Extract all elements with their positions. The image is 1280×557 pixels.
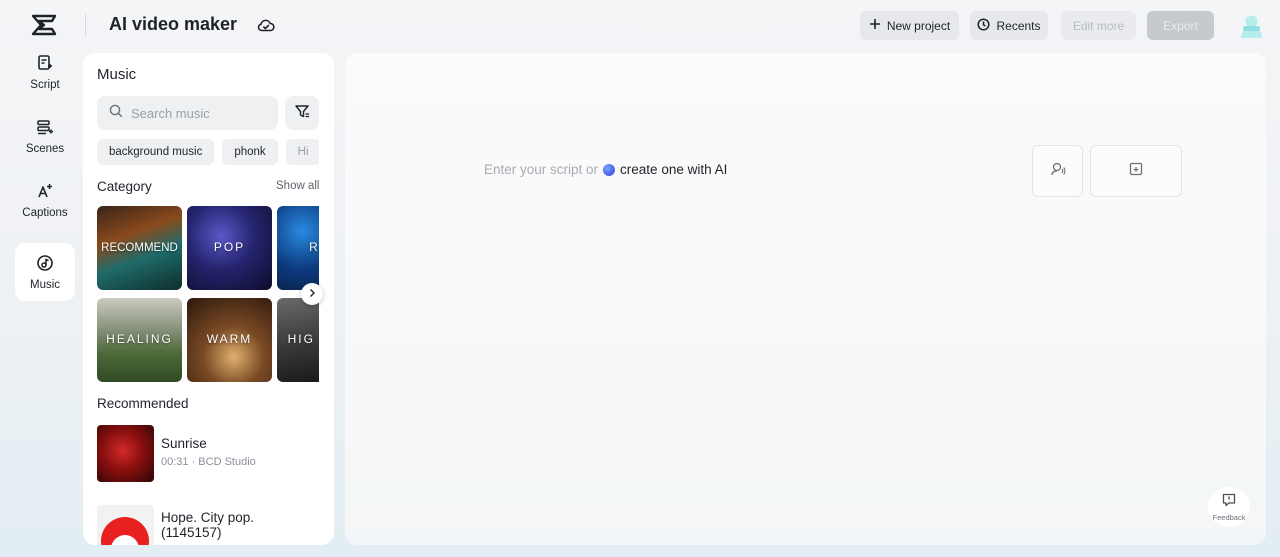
cloud-sync-icon[interactable]	[256, 15, 276, 35]
feedback-icon	[1221, 492, 1237, 510]
rail-item-scenes[interactable]: Scenes	[15, 107, 75, 165]
category-tile-pop[interactable]: POP	[187, 206, 272, 290]
user-avatar[interactable]	[1239, 13, 1264, 38]
category-tile-warm[interactable]: WARM	[187, 298, 272, 382]
category-tile-rnb[interactable]: R&	[277, 206, 319, 290]
rail-item-music[interactable]: Music	[15, 243, 75, 301]
rail-item-label: Scenes	[25, 142, 65, 155]
voice-icon	[1050, 161, 1066, 182]
category-tile-high-tempo[interactable]: HIG TEM	[277, 298, 319, 382]
tag-chip[interactable]: Hi	[285, 139, 319, 165]
search-box[interactable]	[97, 96, 278, 130]
track-title: Hope. City pop. (1145157)	[161, 510, 255, 540]
feedback-button[interactable]: Feedback	[1208, 487, 1250, 527]
recommended-heading: Recommended	[97, 396, 189, 411]
panel-title: Music	[97, 66, 137, 83]
search-input[interactable]	[131, 105, 271, 121]
music-icon	[36, 254, 54, 275]
show-all-link[interactable]: Show all	[276, 180, 319, 192]
ai-sparkle-icon	[603, 163, 616, 176]
track-item[interactable]: Hope. City pop. (1145157)	[97, 505, 319, 545]
recents-button[interactable]: Recents	[970, 11, 1048, 40]
music-panel: Music background music phonk Hi Category…	[83, 53, 334, 545]
rail-item-script[interactable]: Script	[15, 43, 75, 101]
tag-chip[interactable]: background music	[97, 139, 215, 165]
category-grid: RECOMMEND POP R& HEALING WARM HIG TEM	[97, 206, 319, 384]
category-tile-recommend[interactable]: RECOMMEND	[97, 206, 182, 290]
new-project-button[interactable]: New project	[860, 11, 959, 40]
voice-button[interactable]	[1032, 145, 1083, 197]
rail-item-label: Music	[29, 278, 61, 291]
top-bar: AI video maker New project Recents Edit …	[0, 0, 1280, 50]
filter-button[interactable]	[285, 96, 319, 130]
scenes-icon	[36, 118, 54, 139]
export-button[interactable]: Export	[1147, 11, 1214, 40]
app-title: AI video maker	[109, 14, 238, 34]
capcut-logo-icon[interactable]	[30, 12, 58, 38]
track-title: Sunrise	[161, 436, 207, 451]
header-divider	[85, 14, 86, 36]
plus-icon	[869, 18, 881, 33]
script-icon	[36, 54, 54, 75]
script-prompt[interactable]: Enter your script or create one with AI	[484, 162, 727, 177]
track-item[interactable]: Sunrise 00:31 · BCD Studio	[97, 425, 319, 482]
captions-icon	[36, 182, 54, 203]
track-thumbnail	[97, 425, 154, 482]
tag-row: background music phonk Hi	[97, 139, 319, 165]
aspect-ratio-button[interactable]	[1090, 145, 1182, 197]
rail-item-label: Captions	[22, 206, 68, 219]
category-tile-healing[interactable]: HEALING	[97, 298, 182, 382]
add-frame-icon	[1128, 161, 1144, 182]
create-with-ai-link[interactable]: create one with AI	[620, 162, 727, 177]
search-icon	[109, 104, 123, 123]
filter-icon	[294, 103, 310, 124]
script-canvas: Enter your script or create one with AI	[345, 53, 1266, 545]
category-heading: Category	[97, 179, 152, 194]
track-thumbnail	[97, 505, 154, 545]
clock-icon	[977, 17, 991, 34]
rail-item-label: Script	[30, 78, 60, 91]
recents-label: Recents	[996, 18, 1041, 33]
category-next-button[interactable]	[301, 283, 323, 305]
new-project-label: New project	[886, 18, 951, 33]
track-meta: 00:31 · BCD Studio	[161, 456, 256, 468]
prompt-placeholder: Enter your script or	[484, 162, 599, 177]
rail-item-captions[interactable]: Captions	[15, 171, 75, 229]
tag-chip[interactable]: phonk	[222, 139, 278, 165]
chevron-right-icon	[307, 285, 317, 303]
feedback-label: Feedback	[1212, 513, 1246, 522]
edit-more-button[interactable]: Edit more	[1061, 11, 1136, 40]
